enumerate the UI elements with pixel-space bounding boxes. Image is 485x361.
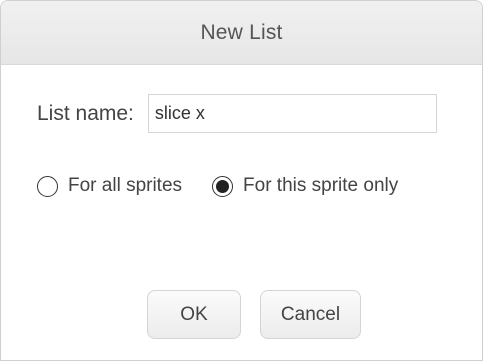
dialog-buttons: OK Cancel [147,290,361,339]
radio-for-all-sprites[interactable]: For all sprites [37,175,182,197]
radio-label-for-this-sprite-only: For this sprite only [243,175,399,196]
radio-dot-icon [216,179,230,193]
cancel-button[interactable]: Cancel [260,290,361,339]
list-name-row: List name: [37,94,437,133]
radio-unselected-icon[interactable] [37,175,58,197]
radio-for-this-sprite-only[interactable]: For this sprite only [212,175,398,197]
ok-button[interactable]: OK [147,290,241,339]
list-name-input[interactable] [147,94,437,133]
radio-selected-icon[interactable] [212,175,234,197]
dialog-title: New List [200,20,283,44]
radio-label-for-all-sprites: For all sprites [68,175,183,196]
dialog-titlebar[interactable]: New List [1,1,482,65]
new-list-dialog: New List List name: For all sprites For … [0,0,483,361]
scope-radio-group: For all sprites For this sprite only [37,175,398,197]
list-name-label: List name: [37,101,134,125]
